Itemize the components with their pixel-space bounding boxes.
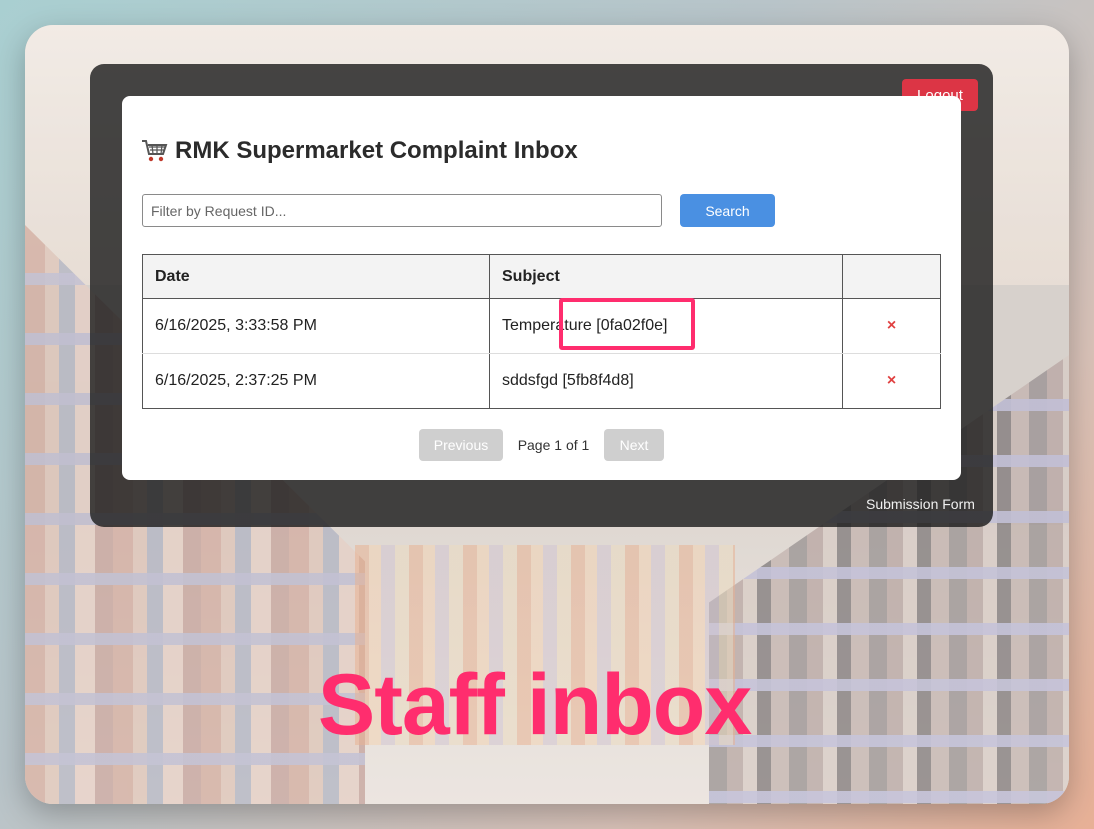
delete-icon[interactable]: × — [887, 372, 896, 390]
page-indicator: Page 1 of 1 — [517, 437, 590, 453]
table-row[interactable]: 6/16/2025, 2:37:25 PM sddsfgd [5fb8f4d8]… — [142, 353, 941, 409]
row-actions: × — [842, 298, 941, 354]
column-header-date: Date — [142, 254, 490, 299]
column-header-subject: Subject — [489, 254, 843, 299]
highlight-box — [559, 298, 695, 350]
delete-icon[interactable]: × — [887, 317, 896, 335]
complaints-table: Date Subject 6/16/2025, 3:33:58 PM Tempe… — [142, 254, 941, 409]
row-actions: × — [842, 353, 941, 409]
search-button[interactable]: Search — [680, 194, 775, 227]
row-subject: sddsfgd [5fb8f4d8] — [489, 353, 843, 409]
page-title: RMK Supermarket Complaint Inbox — [141, 137, 578, 165]
shopping-cart-icon — [141, 138, 169, 164]
submission-form-link[interactable]: Submission Form — [866, 496, 975, 512]
caption-overlay: Staff inbox — [317, 657, 752, 753]
previous-page-button[interactable]: Previous — [419, 429, 503, 461]
table-row[interactable]: 6/16/2025, 3:33:58 PM Temperature [0fa02… — [142, 298, 941, 354]
table-header-row: Date Subject — [142, 254, 941, 299]
pagination: Previous Page 1 of 1 Next — [419, 429, 664, 461]
row-date: 6/16/2025, 3:33:58 PM — [142, 298, 490, 354]
page-title-text: RMK Supermarket Complaint Inbox — [175, 137, 578, 164]
row-date: 6/16/2025, 2:37:25 PM — [142, 353, 490, 409]
next-page-button[interactable]: Next — [604, 429, 664, 461]
column-header-actions — [842, 254, 941, 299]
request-id-filter-input[interactable] — [142, 194, 662, 227]
